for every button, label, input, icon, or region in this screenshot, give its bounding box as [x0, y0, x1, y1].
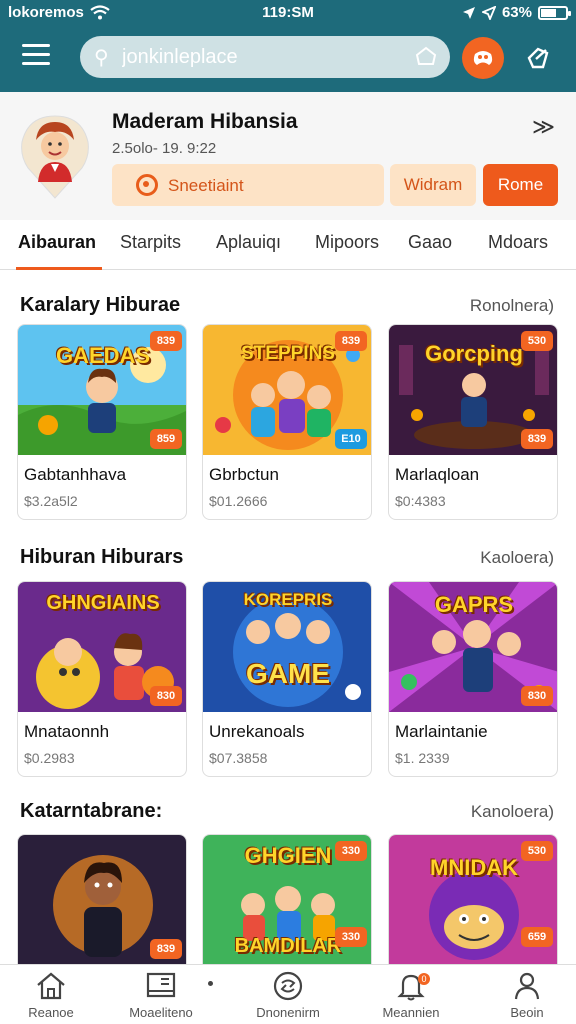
badge-bottom: 659 — [521, 927, 553, 947]
badge-bottom: 839 — [521, 429, 553, 449]
game-card[interactable]: GAPRS 830 Marlaintanie $1. 2339 — [388, 581, 558, 777]
secondary-action-button[interactable]: Widram — [390, 164, 476, 206]
share-button[interactable] — [520, 40, 556, 76]
search-input[interactable] — [122, 43, 402, 71]
category-tabs: Aibauran Starpits Aplauiqı Mipoors Gaao … — [0, 220, 576, 270]
game-title: Marlaqloan — [395, 465, 480, 484]
app-screen: lokoremos 119:SM 63% ⚲ jonkinleplace Mad… — [0, 0, 576, 1024]
tab-2[interactable]: Aplauiqı — [216, 232, 281, 253]
discover-icon — [273, 971, 303, 1001]
nav-discover[interactable]: Dnonenirm — [233, 971, 343, 1020]
signal-icon — [481, 5, 496, 20]
search-icon: ⚲ — [94, 47, 109, 69]
nav-notifications[interactable]: 0 Meannien — [356, 971, 466, 1020]
game-title: Unrekanoals — [209, 722, 305, 741]
badge-bottom: 830 — [521, 686, 553, 706]
nav-library[interactable]: Moaeliteno — [106, 971, 216, 1020]
game-price: $01.2666 — [209, 493, 268, 509]
art-subtitle: KOREPRIS — [243, 590, 333, 609]
badge-top: 839 — [335, 331, 367, 351]
badge-bottom: 330 — [335, 927, 367, 947]
badge-bottom: 859 — [150, 429, 182, 449]
section-title: Karalary Hiburae — [20, 294, 181, 316]
menu-button[interactable] — [22, 44, 50, 68]
book-icon — [146, 972, 176, 998]
game-thumbnail: MNIDAK 530 659 — [389, 835, 557, 965]
person-icon — [514, 972, 540, 1000]
expand-icon[interactable]: ≫ — [532, 114, 555, 140]
game-title: Gabtanhhava — [24, 465, 127, 484]
game-price: $0.2983 — [24, 750, 75, 766]
game-thumbnail: KOREPRIS GAME — [203, 582, 371, 712]
game-title: Mnataonnh — [24, 722, 110, 741]
section-2: Hiburan Hiburars Kaoloera) GHNGIAINS 830… — [0, 546, 576, 786]
game-card[interactable]: GAEDAS 839 859 Gabtanhhava $3.2a5l2 — [17, 324, 187, 520]
game-price: $0:4383 — [395, 493, 446, 509]
game-thumbnail: 839 — [18, 835, 186, 965]
badge-top: 839 — [150, 331, 182, 351]
tab-3[interactable]: Mipoors — [315, 232, 379, 253]
game-card[interactable]: Gorcping 530 839 Marlaqloan $0:4383 — [388, 324, 558, 520]
cta-button[interactable]: Rome — [483, 164, 558, 206]
game-title: Marlaintanie — [395, 722, 488, 741]
controller-icon — [473, 51, 493, 65]
status-bar: lokoremos 119:SM 63% — [0, 0, 576, 26]
section-title: Hiburan Hiburars — [20, 546, 184, 568]
game-card[interactable]: GHNGIAINS 830 Mnataonnh $0.2983 — [17, 581, 187, 777]
section-1: Karalary Hiburae Ronolnera) GAEDAS 839 8… — [0, 294, 576, 534]
home-outline-icon[interactable] — [414, 44, 438, 68]
profile-date: 2.5olo- 19. 9:22 — [112, 140, 217, 157]
share-icon — [527, 47, 549, 69]
see-more-link[interactable]: Ronolnera) — [470, 296, 554, 316]
game-price: $07.3858 — [209, 750, 268, 766]
battery-percent: 63% — [501, 4, 532, 21]
section-title: Katarntabrane: — [20, 800, 163, 822]
tab-0[interactable]: Aibauran — [18, 232, 96, 253]
game-price: $3.2a5l2 — [24, 493, 78, 509]
badge-bottom: E10 — [335, 429, 367, 449]
game-card[interactable]: MNIDAK 530 659 — [388, 834, 558, 974]
top-app-bar: lokoremos 119:SM 63% ⚲ — [0, 0, 576, 92]
section-3: Katarntabrane: Kanoloera) 839 GHGIEN BAM… — [0, 800, 576, 974]
active-tab-indicator — [16, 267, 102, 270]
badge-bottom: 839 — [150, 939, 182, 959]
tab-1[interactable]: Starpits — [120, 232, 181, 253]
game-thumbnail: GHGIEN BAMDILAR 330 330 — [203, 835, 371, 965]
game-controller-button[interactable] — [462, 37, 504, 79]
tab-4[interactable]: Gaao — [408, 232, 452, 253]
notification-badge: 0 — [418, 973, 430, 985]
game-thumbnail: GAEDAS 839 859 — [18, 325, 186, 455]
game-thumbnail: GHNGIAINS 830 — [18, 582, 186, 712]
see-more-link[interactable]: Kanoloera) — [471, 802, 554, 822]
bottom-navigation: Reanoe Moaeliteno Dnonenirm 0 Meannien B… — [0, 964, 576, 1024]
home-icon — [37, 972, 65, 1000]
nav-home[interactable]: Reanoe — [0, 971, 106, 1020]
game-card[interactable]: GHGIEN BAMDILAR 330 330 — [202, 834, 372, 974]
game-thumbnail: GAPRS 830 — [389, 582, 557, 712]
nav-profile[interactable]: Beoin — [472, 971, 576, 1020]
nav-separator-dot — [208, 981, 213, 986]
game-price: $1. 2339 — [395, 750, 450, 766]
battery-icon — [538, 5, 571, 20]
game-title: Gbrbctun — [209, 465, 279, 484]
tab-5[interactable]: Mdoars — [488, 232, 548, 253]
game-card[interactable]: STEPPINS 839 E10 Gbrbctun $01.2666 — [202, 324, 372, 520]
badge-top: 330 — [335, 841, 367, 861]
search-bar[interactable]: ⚲ — [80, 36, 450, 78]
badge-top: 530 — [521, 331, 553, 351]
avatar[interactable] — [18, 112, 92, 200]
game-card[interactable]: KOREPRIS GAME Unrekanoals $07.3858 — [202, 581, 372, 777]
location-icon — [462, 6, 475, 19]
game-thumbnail: Gorcping 530 839 — [389, 325, 557, 455]
profile-panel: Maderam Hibansia 2.5olo- 19. 9:22 ≫ Snee… — [0, 92, 576, 270]
profile-name: Maderam Hibansia — [112, 110, 298, 133]
game-card[interactable]: 839 — [17, 834, 187, 974]
badge-bottom: 830 — [150, 686, 182, 706]
target-icon — [136, 174, 158, 196]
primary-action-button[interactable]: Sneetiaint — [112, 164, 384, 206]
game-thumbnail: STEPPINS 839 E10 — [203, 325, 371, 455]
badge-top: 530 — [521, 841, 553, 861]
see-more-link[interactable]: Kaoloera) — [480, 548, 554, 568]
